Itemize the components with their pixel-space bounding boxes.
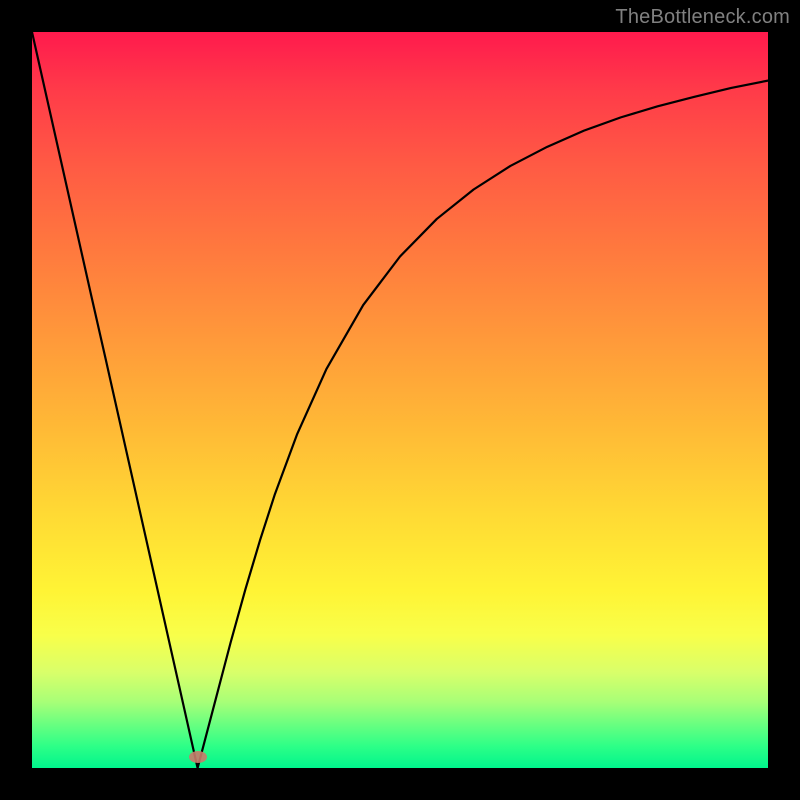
minimum-marker — [189, 751, 207, 763]
chart-frame: TheBottleneck.com — [0, 0, 800, 800]
plot-area — [32, 32, 768, 768]
watermark-text: TheBottleneck.com — [615, 6, 790, 29]
bottleneck-curve — [32, 32, 768, 768]
